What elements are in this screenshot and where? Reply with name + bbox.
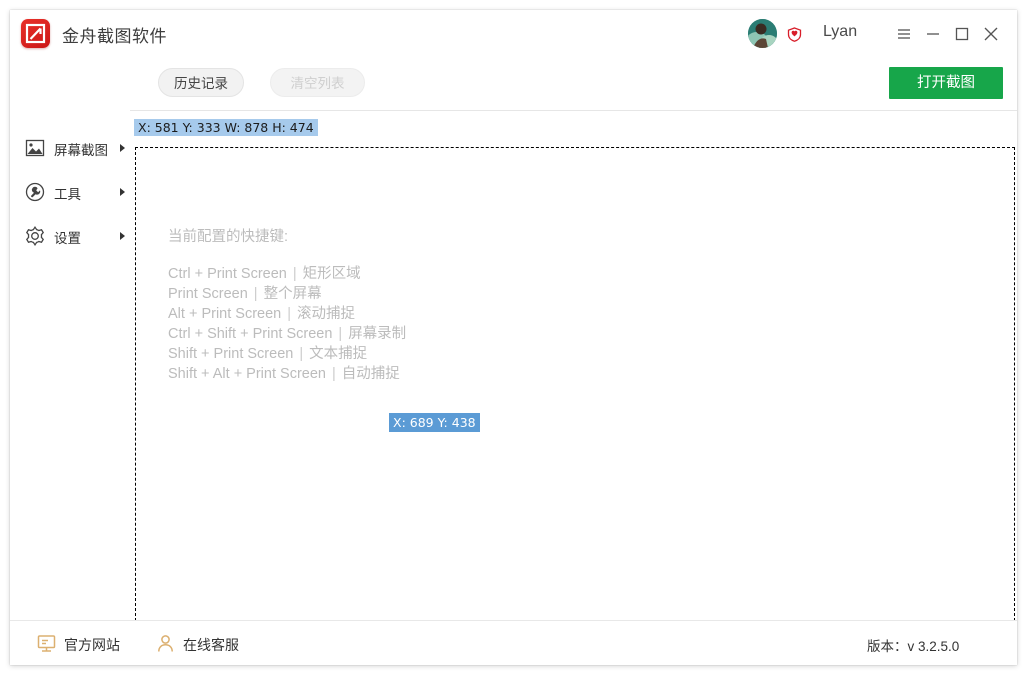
vip-shield-icon bbox=[787, 27, 802, 42]
official-website-label: 官方网站 bbox=[64, 637, 120, 653]
open-screenshot-button[interactable]: 打开截图 bbox=[889, 67, 1003, 99]
shortcut-keys: Print Screen bbox=[168, 286, 248, 302]
shortcut-separator: | bbox=[338, 326, 343, 342]
capture-coord-chip: X: 581 Y: 333 W: 878 H: 474 bbox=[134, 119, 318, 136]
shortcut-action: 整个屏幕 bbox=[263, 286, 322, 302]
shortcut-keys: Shift + Alt + Print Screen bbox=[168, 366, 326, 382]
app-logo-icon bbox=[21, 19, 50, 48]
main-window: 金舟截图软件 Lyan 屏幕截图 工具 设置 历史记录 清空列表 打开截图 X:… bbox=[10, 10, 1017, 665]
monitor-icon bbox=[36, 633, 57, 654]
sidebar-item-screenshot[interactable]: 屏幕截图 bbox=[10, 133, 130, 163]
shortcut-hint-title: 当前配置的快捷键: bbox=[168, 229, 289, 245]
capture-region[interactable]: 当前配置的快捷键: Ctrl + Print Screen | 矩形区域 Print… bbox=[135, 147, 1015, 621]
shortcut-separator: | bbox=[299, 346, 304, 362]
app-title: 金舟截图软件 bbox=[62, 27, 167, 46]
maximize-icon[interactable] bbox=[951, 23, 973, 45]
sidebar-item-tools[interactable]: 工具 bbox=[10, 177, 130, 207]
sidebar-item-settings[interactable]: 设置 bbox=[10, 221, 130, 251]
main-panel: 历史记录 清空列表 打开截图 X: 581 Y: 333 W: 878 H: 4… bbox=[130, 57, 1017, 621]
footer: 官方网站 在线客服 版本：v 3.2.5.0 bbox=[10, 620, 1017, 665]
gear-settings-icon bbox=[24, 225, 46, 247]
shortcut-row: Ctrl + Print Screen | 矩形区域 bbox=[168, 264, 688, 284]
shortcut-keys: Ctrl + Shift + Print Screen bbox=[168, 326, 333, 342]
shortcut-row: Alt + Print Screen | 滚动捕捉 bbox=[168, 304, 688, 324]
sidebar-item-label: 工具 bbox=[54, 187, 81, 202]
username-label: Lyan bbox=[823, 23, 858, 40]
cursor-coord-overlay: X: 689 Y: 438 bbox=[389, 413, 480, 432]
app-root: 金舟截图软件 Lyan 屏幕截图 工具 设置 历史记录 清空列表 打开截图 X:… bbox=[0, 0, 1027, 676]
shortcut-row: Shift + Print Screen | 文本捕捉 bbox=[168, 344, 688, 364]
online-support-label: 在线客服 bbox=[183, 637, 239, 653]
chevron-right-icon bbox=[120, 232, 125, 240]
shortcut-action: 滚动捕捉 bbox=[297, 306, 356, 322]
title-bar: 金舟截图软件 Lyan bbox=[10, 10, 1017, 58]
clear-list-button[interactable]: 清空列表 bbox=[270, 68, 365, 97]
person-icon bbox=[155, 633, 176, 654]
shortcut-row: Shift + Alt + Print Screen | 自动捕捉 bbox=[168, 364, 688, 384]
wrench-tool-icon bbox=[24, 181, 46, 203]
minimize-icon[interactable] bbox=[922, 23, 944, 45]
shortcut-separator: | bbox=[331, 366, 336, 382]
shortcut-keys: Ctrl + Print Screen bbox=[168, 266, 287, 282]
chevron-right-icon bbox=[120, 144, 125, 152]
chevron-right-icon bbox=[120, 188, 125, 196]
toolbar: 历史记录 清空列表 打开截图 bbox=[130, 57, 1017, 111]
image-capture-icon bbox=[24, 137, 46, 159]
sidebar-item-label: 设置 bbox=[54, 231, 81, 246]
shortcut-separator: | bbox=[253, 286, 258, 302]
sidebar: 屏幕截图 工具 设置 bbox=[10, 57, 131, 620]
shortcut-separator: | bbox=[292, 266, 297, 282]
shortcut-action: 屏幕录制 bbox=[348, 326, 407, 342]
version-label: 版本：v 3.2.5.0 bbox=[867, 639, 960, 654]
shortcut-separator: | bbox=[287, 306, 292, 322]
shortcut-action: 矩形区域 bbox=[302, 266, 361, 282]
menu-icon[interactable] bbox=[893, 23, 915, 45]
shortcut-action: 自动捕捉 bbox=[341, 366, 400, 382]
history-button[interactable]: 历史记录 bbox=[158, 68, 244, 97]
shortcut-row: Ctrl + Shift + Print Screen | 屏幕录制 bbox=[168, 324, 688, 344]
user-avatar[interactable] bbox=[748, 19, 777, 48]
shortcut-action: 文本捕捉 bbox=[309, 346, 368, 362]
shortcut-list: Ctrl + Print Screen | 矩形区域 Print Screen | 整个… bbox=[168, 264, 688, 384]
close-icon[interactable] bbox=[980, 23, 1002, 45]
sidebar-item-label: 屏幕截图 bbox=[54, 143, 108, 158]
shortcut-keys: Alt + Print Screen bbox=[168, 306, 282, 322]
shortcut-keys: Shift + Print Screen bbox=[168, 346, 294, 362]
shortcut-row: Print Screen | 整个屏幕 bbox=[168, 284, 688, 304]
